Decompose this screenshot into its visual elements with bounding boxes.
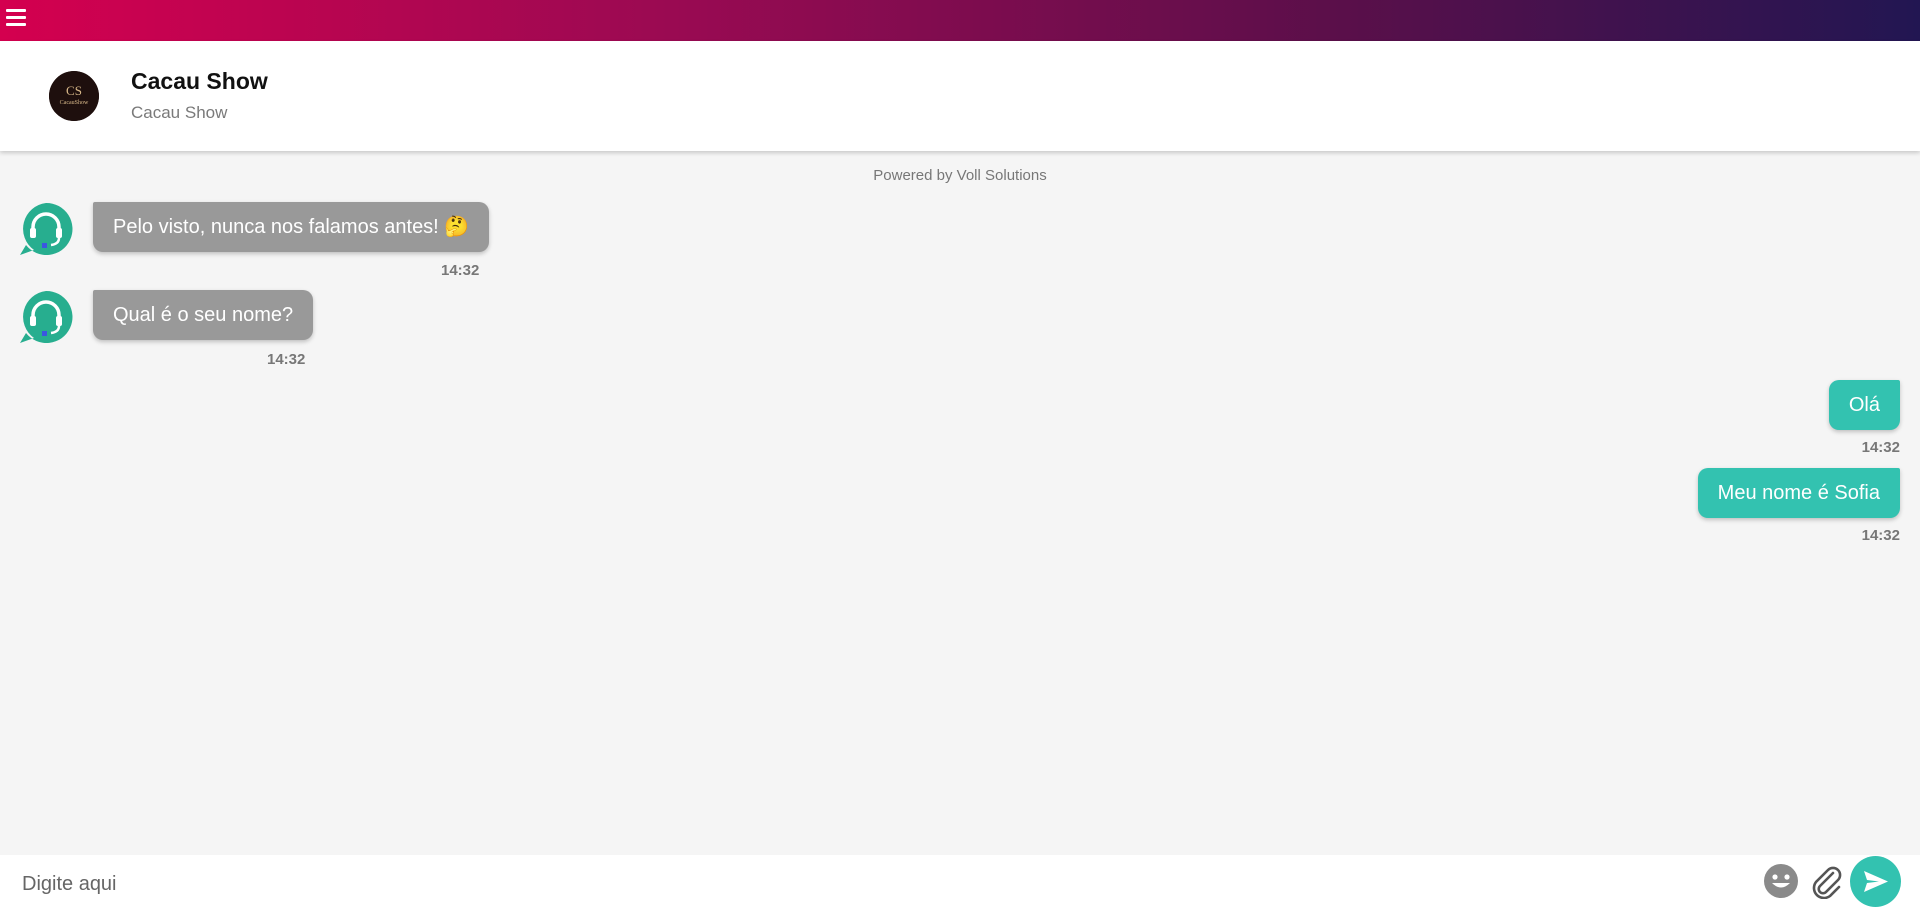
message-input[interactable] xyxy=(20,863,1724,905)
user-message-bubble: Meu nome é Sofia xyxy=(1697,468,1900,518)
svg-text:CS: CS xyxy=(66,83,82,98)
message-time: 14:32 xyxy=(441,262,480,279)
headset-chat-icon xyxy=(18,289,74,345)
brand-logo: CS CacauShow xyxy=(49,71,99,121)
send-button[interactable] xyxy=(1850,856,1901,907)
logo-text: CacauShow xyxy=(60,100,89,106)
chat-header: CS CacauShow Cacau Show Cacau Show xyxy=(0,41,1920,151)
emoji-icon[interactable] xyxy=(1763,863,1799,899)
hamburger-icon[interactable] xyxy=(6,9,26,29)
bot-message-bubble: Qual é o seu nome? xyxy=(93,290,314,340)
bot-message-bubble: Pelo visto, nunca nos falamos antes! 🤔 xyxy=(93,202,490,252)
message-time: 14:32 xyxy=(1861,439,1900,456)
headset-chat-icon xyxy=(18,201,74,257)
chat-subtitle: Cacau Show xyxy=(131,103,228,122)
top-bar xyxy=(0,0,1920,41)
paperclip-icon[interactable] xyxy=(1808,863,1844,900)
user-message-bubble: Olá xyxy=(1828,380,1900,430)
message-composer xyxy=(0,855,1920,912)
chat-title: Cacau Show xyxy=(131,68,268,94)
message-time: 14:32 xyxy=(267,351,306,368)
message-time: 14:32 xyxy=(1861,527,1900,544)
powered-by: Powered by Voll Solutions xyxy=(873,167,1047,184)
send-icon xyxy=(1864,871,1888,892)
